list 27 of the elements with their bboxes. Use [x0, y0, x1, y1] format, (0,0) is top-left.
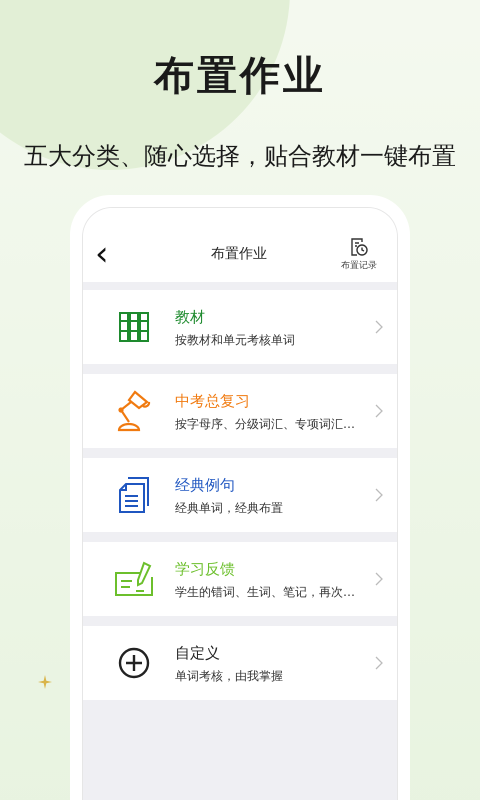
back-button[interactable]: ‹ — [95, 239, 125, 269]
category-description: 经典单词，经典布置 — [175, 500, 284, 516]
category-title: 自定义 — [175, 642, 221, 662]
sparkle-icon — [38, 675, 52, 689]
category-title: 中考总复习 — [175, 390, 251, 410]
category-title: 经典例句 — [175, 474, 236, 494]
category-item[interactable]: 自定义 单词考核，由我掌握 — [83, 626, 397, 700]
chevron-right-icon — [375, 404, 383, 418]
history-label[interactable]: 布置记录 — [341, 258, 377, 272]
chevron-right-icon — [375, 320, 383, 334]
category-description: 学生的错词、生词、笔记，再次… — [175, 584, 356, 600]
subtitle: 五大分类、随心选择，贴合教材一键布置 — [24, 141, 456, 172]
category-title: 学习反馈 — [175, 558, 236, 578]
category-item[interactable]: 教材 按教材和单元考核单词 — [83, 290, 397, 364]
chevron-right-icon — [375, 572, 383, 586]
chevron-right-icon — [375, 656, 383, 670]
category-description: 按字母序、分级词汇、专项词汇… — [175, 416, 356, 432]
screen-title: 布置作业 — [210, 245, 268, 263]
category-description: 单词考核，由我掌握 — [175, 668, 284, 684]
category-item[interactable]: 经典例句 经典单词，经典布置 — [83, 458, 397, 532]
headline: 布置作业 — [154, 52, 326, 101]
history-icon[interactable] — [349, 236, 369, 256]
category-item[interactable]: 学习反馈 学生的错词、生词、笔记，再次… — [83, 542, 397, 616]
category-title: 教材 — [175, 306, 206, 326]
category-description: 按教材和单元考核单词 — [175, 332, 296, 348]
chevron-right-icon — [375, 488, 383, 502]
category-item[interactable]: 中考总复习 按字母序、分级词汇、专项词汇… — [83, 374, 397, 448]
